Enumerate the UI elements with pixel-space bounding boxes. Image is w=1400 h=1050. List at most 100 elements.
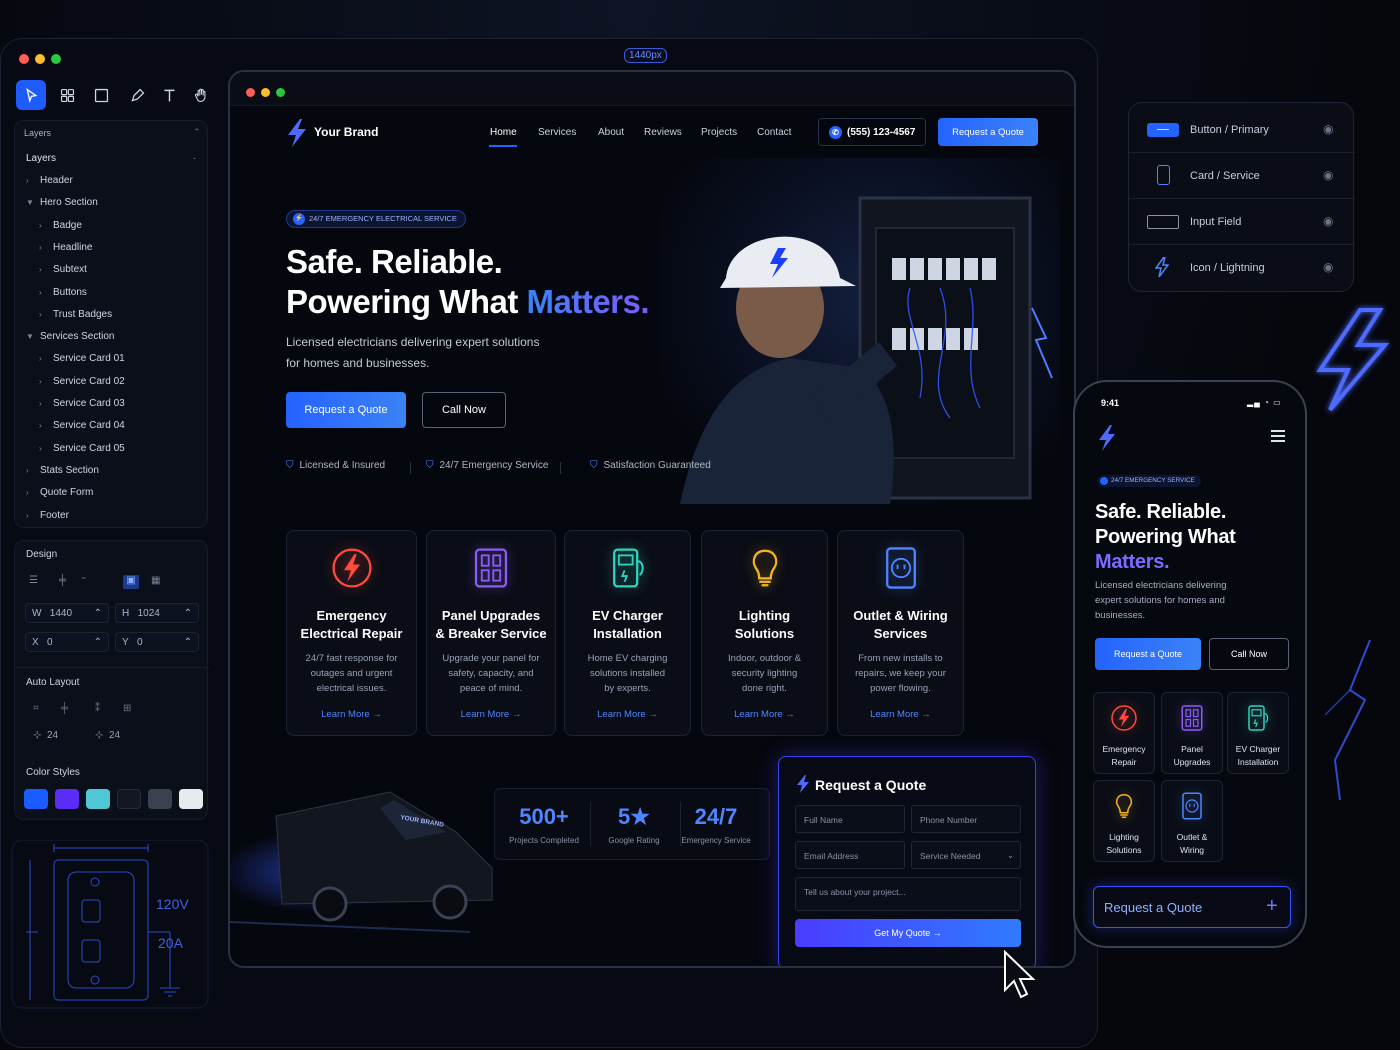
layer-item[interactable]: › Service Card 05: [39, 443, 125, 454]
chevron-right-icon[interactable]: ›: [39, 399, 53, 408]
phone-quote-button[interactable]: Request a Quote: [1095, 638, 1201, 670]
layer-item[interactable]: › Service Card 01: [39, 353, 125, 364]
chevron-right-icon[interactable]: ›: [26, 511, 40, 520]
service-select[interactable]: Service Needed ⌄: [911, 841, 1021, 869]
chevron-down-icon[interactable]: ▼: [26, 198, 40, 207]
full-name-input[interactable]: Full Name: [795, 805, 905, 833]
layer-item[interactable]: › Service Card 02: [39, 376, 125, 387]
eye-icon[interactable]: ◉: [1323, 168, 1333, 182]
chevron-right-icon[interactable]: ›: [39, 377, 53, 386]
minimize-button[interactable]: [35, 54, 45, 64]
chevron-right-icon[interactable]: ›: [39, 310, 53, 319]
text-icon[interactable]: [154, 80, 184, 110]
phone-input[interactable]: Phone Number: [911, 805, 1021, 833]
align-center-icon[interactable]: ╪: [59, 575, 66, 586]
phone-call-button[interactable]: Call Now: [1209, 638, 1289, 670]
layer-item[interactable]: › Header: [26, 175, 73, 186]
cursor-icon[interactable]: [16, 80, 46, 110]
layer-item[interactable]: › Stats Section: [26, 465, 99, 476]
learn-more-link[interactable]: Learn More →: [565, 709, 690, 720]
learn-more-link[interactable]: Learn More →: [427, 709, 555, 720]
chevron-right-icon[interactable]: ›: [39, 243, 53, 252]
layer-item[interactable]: › Buttons: [39, 287, 87, 298]
browser-close-button[interactable]: [246, 88, 255, 97]
learn-more-link[interactable]: Learn More →: [838, 709, 963, 720]
layer-item[interactable]: › Trust Badges: [39, 309, 112, 320]
service-card[interactable]: Emergency Electrical Repair 24/7 fast resp…: [286, 530, 417, 736]
email-input[interactable]: Email Address: [795, 841, 905, 869]
layers-menu-icon[interactable]: -: [193, 153, 196, 163]
height-field[interactable]: H 1024 ⌃: [115, 603, 199, 623]
phone-service-card[interactable]: Lighting Solutions: [1093, 780, 1155, 862]
layer-item[interactable]: › Footer: [26, 510, 69, 521]
gap-vertical[interactable]: ⊹ 24: [95, 730, 120, 741]
phone-service-card[interactable]: EV Charger Installation: [1227, 692, 1289, 774]
rectangle-icon[interactable]: [86, 80, 116, 110]
nav-reviews[interactable]: Reviews: [644, 127, 682, 138]
distribute-icon[interactable]: ▣: [123, 575, 139, 589]
hero-call-button[interactable]: Call Now: [422, 392, 506, 428]
color-swatch[interactable]: [179, 789, 203, 809]
chevron-right-icon[interactable]: ›: [26, 488, 40, 497]
layer-item[interactable]: ▼ Services Section: [26, 331, 114, 342]
layer-item[interactable]: › Quote Form: [26, 487, 93, 498]
hamburger-menu-icon[interactable]: [1271, 430, 1285, 442]
width-field[interactable]: W 1440 ⌃: [25, 603, 109, 623]
align-right-icon[interactable]: ⁼: [81, 575, 86, 586]
wrap-icon[interactable]: ⁑: [95, 703, 100, 714]
header-quote-button[interactable]: Request a Quote: [938, 118, 1038, 146]
layer-item[interactable]: › Service Card 03: [39, 398, 125, 409]
phone-service-card[interactable]: Panel Upgrades: [1161, 692, 1223, 774]
chevron-right-icon[interactable]: ›: [39, 354, 53, 363]
browser-maximize-button[interactable]: [276, 88, 285, 97]
chevron-down-icon[interactable]: ▼: [26, 332, 40, 341]
chevron-right-icon[interactable]: ›: [39, 421, 53, 430]
eye-icon[interactable]: ◉: [1323, 214, 1333, 228]
chevron-right-icon[interactable]: ›: [39, 221, 53, 230]
component-row[interactable]: Icon / Lightning ◉: [1129, 245, 1355, 291]
color-swatch[interactable]: [24, 789, 48, 809]
submit-quote-button[interactable]: Get My Quote →: [795, 919, 1021, 947]
layer-item[interactable]: › Subtext: [39, 264, 87, 275]
phone-button[interactable]: ✆ (555) 123-4567: [818, 118, 926, 146]
collapse-icon[interactable]: ⌃: [193, 127, 201, 138]
chevron-right-icon[interactable]: ›: [26, 176, 40, 185]
y-field[interactable]: Y 0 ⌃: [115, 632, 199, 652]
component-row[interactable]: Button / Primary ◉: [1129, 107, 1355, 153]
chevron-right-icon[interactable]: ›: [39, 265, 53, 274]
learn-more-link[interactable]: Learn More →: [287, 709, 416, 720]
x-field[interactable]: X 0 ⌃: [25, 632, 109, 652]
nav-contact[interactable]: Contact: [757, 127, 791, 138]
padding-icon[interactable]: ⊞: [123, 703, 131, 714]
frame-icon[interactable]: [52, 80, 82, 110]
hero-quote-button[interactable]: Request a Quote: [286, 392, 406, 428]
browser-minimize-button[interactable]: [261, 88, 270, 97]
direction-horizontal-icon[interactable]: ╪: [61, 703, 68, 714]
color-swatch[interactable]: [86, 789, 110, 809]
eye-icon[interactable]: ◉: [1323, 260, 1333, 274]
brand-name[interactable]: Your Brand: [314, 125, 378, 139]
service-card[interactable]: Lighting Solutions Indoor, outdoor & securi…: [701, 530, 828, 736]
hand-icon[interactable]: [186, 80, 216, 110]
message-textarea[interactable]: Tell us about your project...: [795, 877, 1021, 911]
service-card[interactable]: Panel Upgrades & Breaker Service Upgrade y…: [426, 530, 556, 736]
component-row[interactable]: Card / Service ◉: [1129, 153, 1355, 199]
service-card[interactable]: Outlet & Wiring Services From new installs…: [837, 530, 964, 736]
phone-bottom-quote-button[interactable]: Request a Quote +: [1093, 886, 1291, 928]
color-swatch[interactable]: [148, 789, 172, 809]
maximize-button[interactable]: [51, 54, 61, 64]
align-left-icon[interactable]: ☰: [29, 575, 38, 586]
chevron-right-icon[interactable]: ›: [26, 466, 40, 475]
close-button[interactable]: [19, 54, 29, 64]
phone-service-card[interactable]: Outlet & Wiring: [1161, 780, 1223, 862]
service-card[interactable]: EV Charger Installation Home EV charging so…: [564, 530, 691, 736]
nav-projects[interactable]: Projects: [701, 127, 737, 138]
nav-about[interactable]: About: [598, 127, 624, 138]
color-swatch[interactable]: [55, 789, 79, 809]
chevron-right-icon[interactable]: ›: [39, 288, 53, 297]
nav-services[interactable]: Services: [538, 127, 576, 138]
tidy-icon[interactable]: ▦: [151, 575, 160, 586]
phone-service-card[interactable]: Emergency Repair: [1093, 692, 1155, 774]
direction-vertical-icon[interactable]: ⌗: [33, 703, 39, 714]
layer-item[interactable]: › Headline: [39, 242, 92, 253]
